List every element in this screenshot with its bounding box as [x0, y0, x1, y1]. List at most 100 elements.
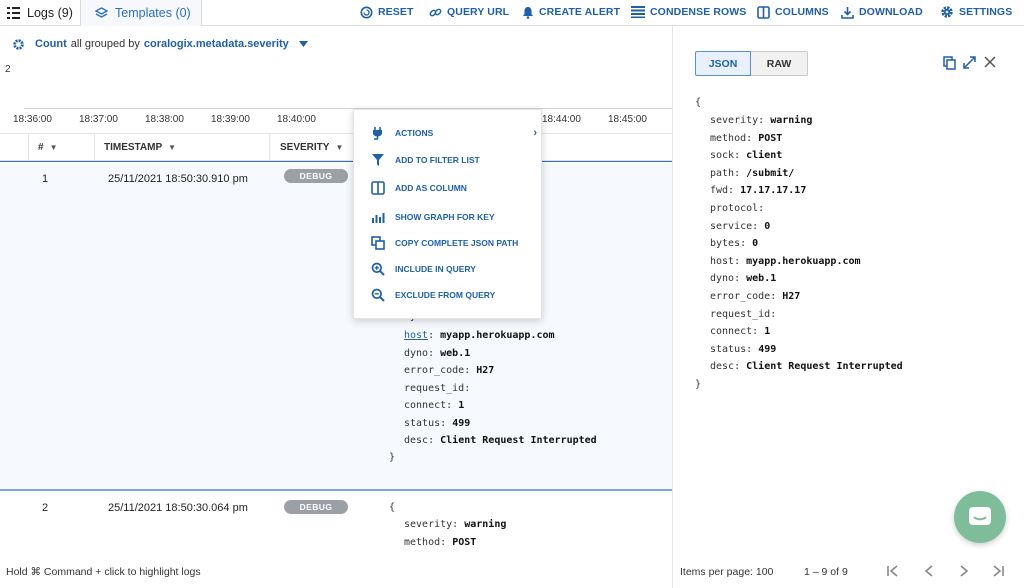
query-row: Count all grouped by coralogix.metadata.… [0, 34, 672, 54]
query-aggregation[interactable]: Count [35, 38, 67, 50]
condense-rows-label: CONDENSE ROWS [650, 6, 747, 18]
json-key: path: [710, 167, 741, 179]
filter-icon [372, 154, 384, 166]
plug-icon [373, 127, 382, 140]
logs-icon [7, 7, 20, 19]
sort-icon: ▼ [335, 143, 344, 152]
menu-item-show-graph[interactable]: SHOW GRAPH FOR KEY [354, 206, 543, 228]
json-key-link[interactable]: host [404, 330, 428, 341]
menu-item-label: ADD AS COLUMN [395, 183, 467, 193]
json-key: request_id: [404, 383, 471, 394]
column-header-num-label: # [38, 142, 44, 153]
json-value: Client Request Interrupted [440, 435, 597, 446]
column-divider [28, 134, 29, 161]
query-url-label: QUERY URL [447, 6, 510, 18]
download-button[interactable]: DOWNLOAD [841, 0, 923, 24]
json-line: severity: warning [404, 519, 506, 530]
query-group-field[interactable]: coralogix.metadata.severity [144, 38, 289, 50]
settings-button[interactable]: SETTINGS [940, 0, 1012, 24]
page-range: 1 – 9 of 9 [804, 566, 848, 578]
create-alert-button[interactable]: CREATE ALERT [522, 0, 620, 24]
json-line: path: /submit/ [710, 168, 794, 179]
menu-item-exclude-from-query[interactable]: EXCLUDE FROM QUERY [354, 284, 543, 306]
zoom-in-icon [371, 262, 385, 276]
prev-page-icon[interactable] [922, 564, 936, 578]
json-value: POST [758, 132, 783, 144]
columns-button[interactable]: COLUMNS [757, 0, 829, 24]
bell-icon [523, 6, 533, 19]
json-line: connect: 1 [404, 400, 464, 411]
timeline-tick: 18:39:00 [211, 114, 250, 125]
menu-item-include-in-query[interactable]: INCLUDE IN QUERY [354, 258, 543, 280]
tab-logs[interactable]: Logs (9) [0, 0, 80, 26]
json-value: H27 [782, 291, 801, 302]
json-key: desc: [404, 435, 435, 446]
column-header-num[interactable]: # ▼ [38, 134, 57, 161]
download-label: DOWNLOAD [859, 6, 923, 18]
tab-templates[interactable]: Templates (0) [80, 0, 202, 26]
row-timestamp: 25/11/2021 18:50:30.910 pm [108, 173, 248, 185]
json-value: 1 [458, 400, 465, 411]
next-page-icon[interactable] [957, 564, 971, 578]
table-row[interactable]: 1 25/11/2021 18:50:30.910 pm DEBUG bytes… [0, 163, 672, 491]
json-key: dyno: [710, 273, 741, 285]
json-value: Client Request Interrupted [746, 361, 903, 373]
menu-item-add-as-column[interactable]: ADD AS COLUMN [354, 177, 543, 199]
condense-rows-icon [631, 6, 645, 18]
condense-rows-button[interactable]: CONDENSE ROWS [631, 0, 746, 24]
json-key: connect: [710, 326, 759, 338]
json-key: method: [710, 132, 753, 144]
timeline-axis [24, 108, 672, 109]
menu-item-actions[interactable]: ACTIONS › [354, 122, 543, 144]
table-row[interactable]: 2 25/11/2021 18:50:30.064 pm DEBUG { sev… [0, 493, 672, 555]
column-header-timestamp[interactable]: TIMESTAMP ▼ [104, 134, 176, 161]
json-line: method: POST [404, 537, 476, 548]
json-view-tab[interactable]: JSON [695, 51, 751, 76]
json-key: desc: [710, 361, 741, 373]
json-value: H27 [476, 365, 495, 376]
timeline-tick: 18:37:00 [79, 114, 118, 125]
query-url-button[interactable]: QUERY URL [429, 0, 509, 24]
columns-icon [371, 181, 385, 195]
json-line: error_code: H27 [404, 365, 494, 376]
json-key: error_code: [404, 365, 471, 376]
timeline-tick: 18:38:00 [145, 114, 184, 125]
json-line: protocol: [710, 203, 764, 214]
query-settings-icon[interactable] [12, 38, 25, 51]
reset-button[interactable]: RESET [360, 0, 414, 24]
column-header-severity[interactable]: SEVERITY ▼ [280, 134, 343, 161]
timeline-tick: 18:40:00 [277, 114, 316, 125]
copy-icon [371, 236, 385, 250]
json-key: fwd: [710, 185, 735, 197]
copy-icon[interactable] [943, 56, 956, 70]
menu-item-copy-json-path[interactable]: COPY COMPLETE JSON PATH [354, 232, 543, 254]
json-value: warning [464, 519, 507, 530]
json-close-brace: } [389, 452, 396, 463]
json-value: 499 [452, 418, 471, 429]
column-divider [269, 134, 270, 161]
footer-hint: Hold ⌘ Command + click to highlight logs [6, 566, 201, 578]
chevron-down-icon[interactable] [298, 41, 308, 47]
first-page-icon[interactable] [886, 564, 900, 578]
json-key: host: [710, 255, 741, 267]
chat-launcher-button[interactable] [954, 491, 1006, 543]
items-per-page[interactable]: Items per page: 100 [680, 566, 773, 578]
raw-view-tab[interactable]: RAW [751, 51, 808, 76]
json-line: sock: client [710, 150, 782, 161]
expand-icon[interactable] [963, 56, 976, 69]
json-key: error_code: [710, 291, 777, 302]
json-line: bytes: 0 [710, 238, 758, 249]
json-value: 499 [758, 343, 777, 355]
json-value: warning [770, 115, 813, 126]
close-icon[interactable] [984, 56, 996, 68]
json-line: dyno: web.1 [710, 273, 776, 284]
columns-icon [757, 5, 770, 19]
json-key: status: [404, 418, 447, 429]
tab-templates-label: Templates (0) [115, 6, 191, 20]
layers-icon [95, 7, 108, 18]
gear-icon [941, 6, 953, 18]
timeline-tick: 18:45:00 [608, 114, 647, 125]
last-page-icon[interactable] [991, 564, 1005, 578]
menu-item-add-to-filter[interactable]: ADD TO FILTER LIST [354, 149, 543, 171]
json-value: myapp.herokuapp.com [440, 330, 555, 341]
